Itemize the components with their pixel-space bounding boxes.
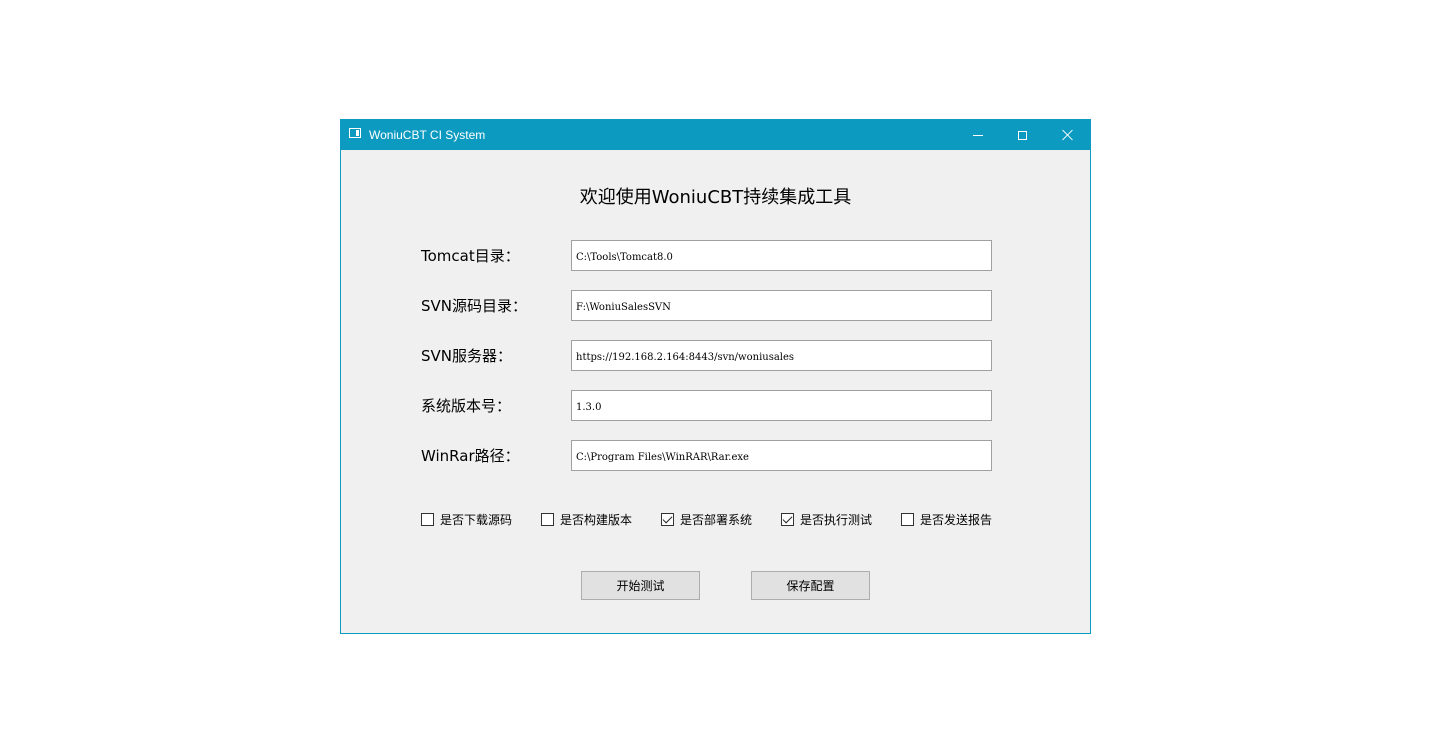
window-title: WoniuCBT CI System (369, 128, 486, 142)
title-bar[interactable]: WoniuCBT CI System (341, 120, 1090, 150)
app-window-icon (349, 128, 361, 138)
run-tests-checkbox[interactable]: 是否执行测试 (781, 510, 872, 528)
winrar-path-input[interactable] (571, 440, 992, 471)
checkbox-label: 是否下载源码 (440, 512, 513, 527)
checkbox-label: 是否执行测试 (800, 512, 873, 527)
send-report-checkbox[interactable]: 是否发送报告 (901, 510, 992, 528)
checkbox-label: 是否构建版本 (560, 512, 633, 527)
save-config-button[interactable]: 保存配置 (751, 571, 870, 600)
close-button[interactable] (1045, 120, 1090, 150)
deploy-system-checkbox[interactable]: 是否部署系统 (661, 510, 752, 528)
svn-server-label: SVN服务器： (421, 347, 513, 365)
maximize-button[interactable] (1000, 120, 1045, 150)
checkbox-box[interactable] (421, 512, 434, 526)
checkbox-box[interactable] (781, 512, 794, 526)
app-window: WoniuCBT CI System 欢迎使用WoniuCBT持续集成工具 To… (340, 119, 1091, 634)
checkbox-box[interactable] (661, 512, 674, 526)
tomcat-dir-input[interactable] (571, 240, 992, 271)
minimize-button[interactable] (955, 120, 1000, 150)
page-title: 欢迎使用WoniuCBT持续集成工具 (579, 187, 852, 208)
system-version-input[interactable] (571, 390, 992, 421)
checkbox-label: 是否部署系统 (680, 512, 753, 527)
maximize-icon (1018, 130, 1027, 140)
system-version-label: 系统版本号： (421, 397, 512, 415)
build-version-checkbox[interactable]: 是否构建版本 (541, 510, 632, 528)
tomcat-dir-label: Tomcat目录： (421, 247, 520, 265)
svn-source-dir-input[interactable] (571, 290, 992, 321)
checkbox-box[interactable] (901, 512, 914, 526)
download-source-checkbox[interactable]: 是否下载源码 (421, 510, 512, 528)
svn-server-input[interactable] (571, 340, 992, 371)
checkbox-box[interactable] (541, 512, 554, 526)
checkbox-label: 是否发送报告 (920, 512, 993, 527)
close-icon (1062, 129, 1074, 141)
start-test-button[interactable]: 开始测试 (581, 571, 700, 600)
minimize-icon (972, 134, 983, 136)
svn-source-dir-label: SVN源码目录： (421, 297, 528, 315)
winrar-path-label: WinRar路径： (421, 447, 520, 465)
